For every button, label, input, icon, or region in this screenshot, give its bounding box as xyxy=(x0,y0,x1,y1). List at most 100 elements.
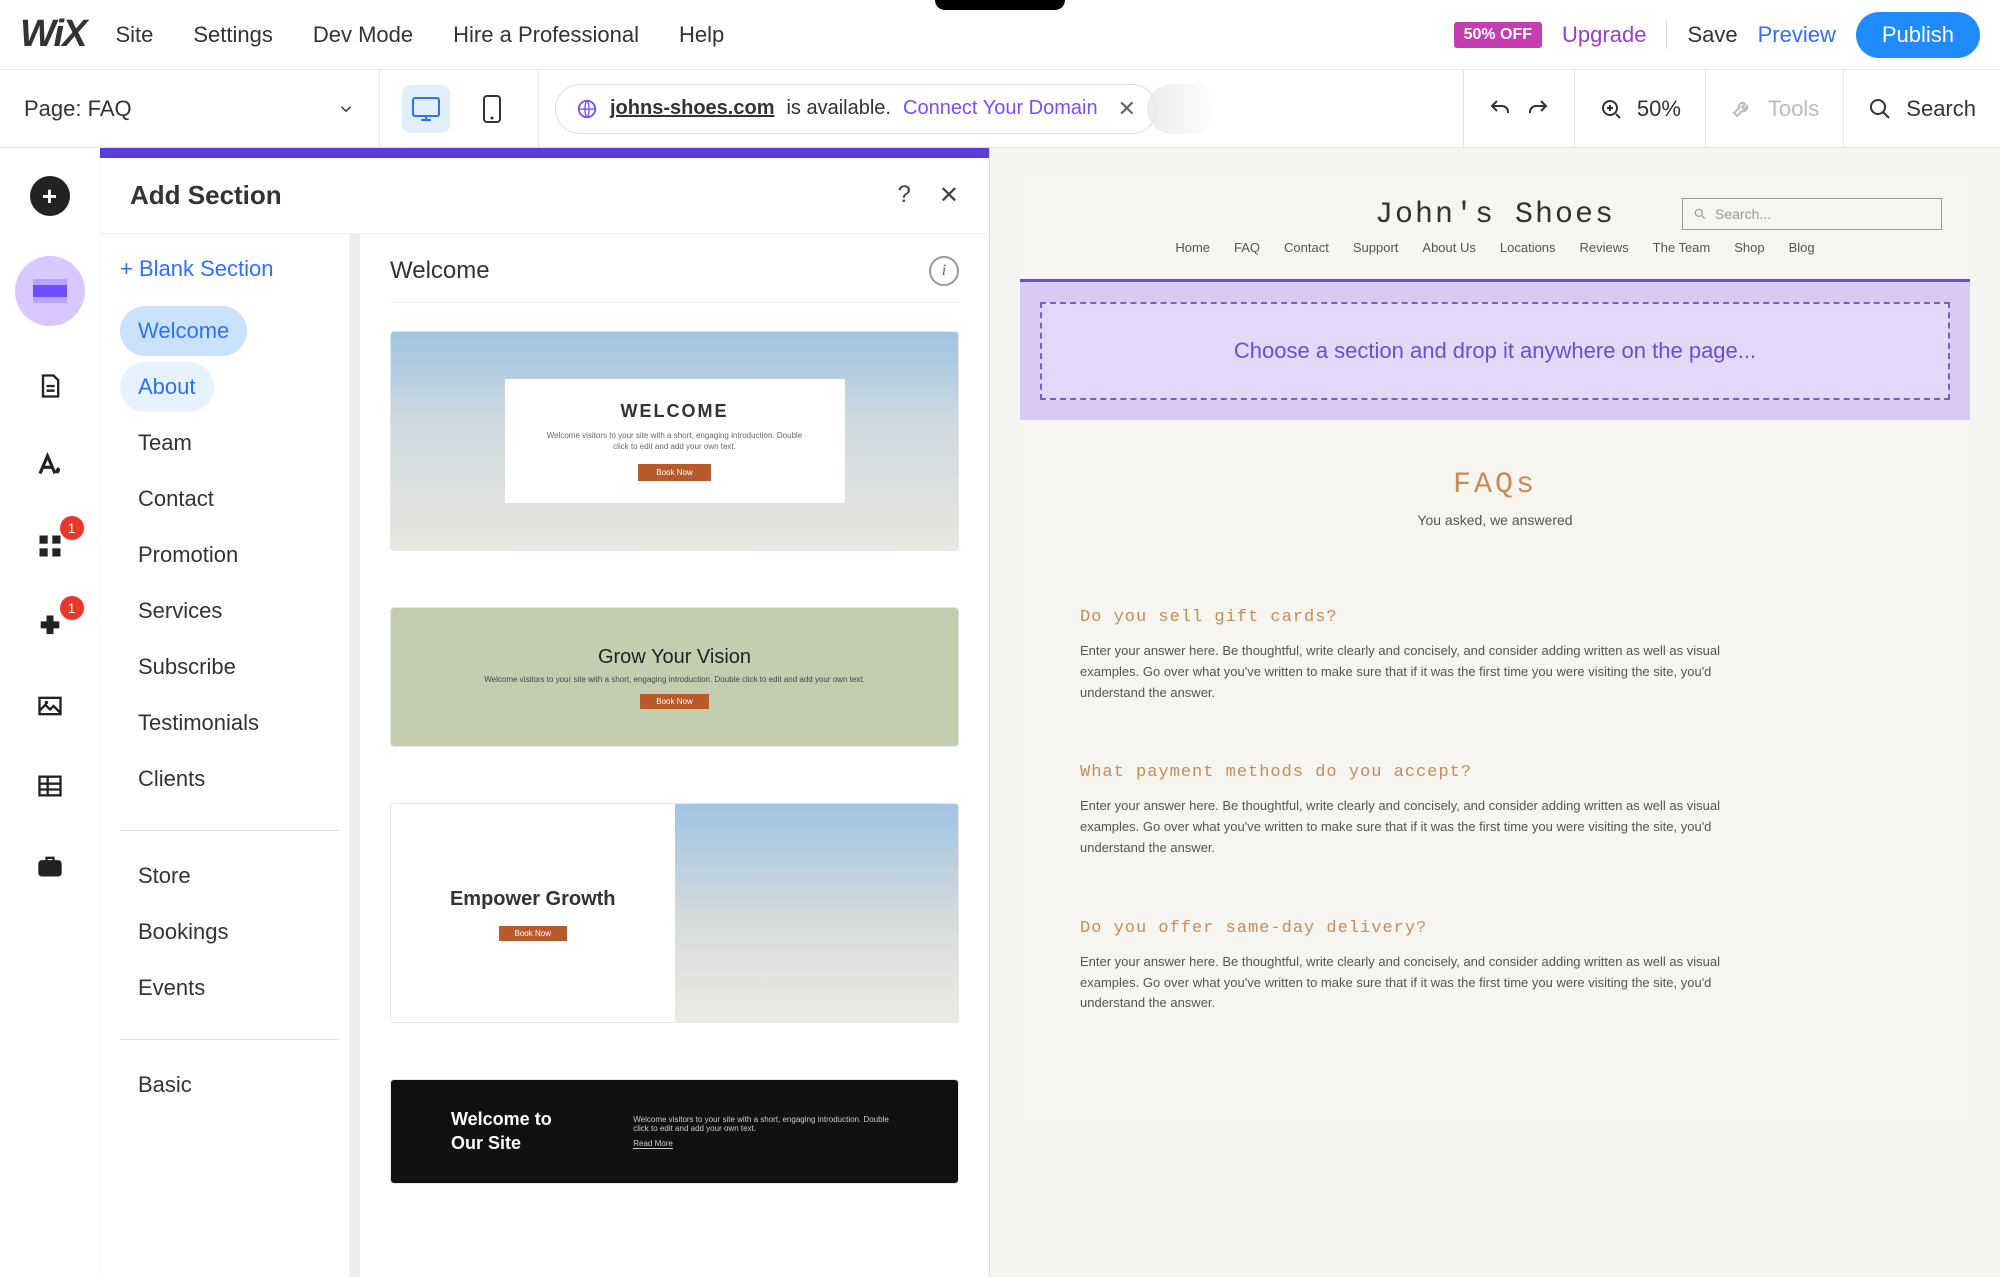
addons-button[interactable]: 1 xyxy=(30,606,70,646)
upgrade-link[interactable]: Upgrade xyxy=(1562,22,1646,48)
search-button[interactable]: Search xyxy=(1843,70,2000,147)
add-button[interactable]: + xyxy=(30,176,70,216)
nav-about[interactable]: About Us xyxy=(1422,240,1475,255)
app-market-button[interactable]: 1 xyxy=(30,526,70,566)
category-contact[interactable]: Contact xyxy=(120,474,232,524)
pages-button[interactable] xyxy=(30,366,70,406)
nav-shop[interactable]: Shop xyxy=(1734,240,1764,255)
chevron-down-icon xyxy=(337,100,355,118)
template-card-2[interactable]: Grow Your Vision Welcome visitors to you… xyxy=(390,607,959,747)
faq-answer-2[interactable]: Enter your answer here. Be thoughtful, w… xyxy=(1080,796,1740,858)
addons-icon xyxy=(36,612,64,640)
category-testimonials[interactable]: Testimonials xyxy=(120,698,277,748)
category-list: + Blank Section Welcome About Team Conta… xyxy=(100,234,360,1277)
faq-question-1[interactable]: Do you sell gift cards? xyxy=(1080,608,1910,627)
briefcase-icon xyxy=(36,852,64,880)
page-selector[interactable]: Page: FAQ xyxy=(0,70,380,147)
template-4-title: Welcome to Our Site xyxy=(451,1108,573,1155)
category-promotion[interactable]: Promotion xyxy=(120,530,256,580)
nav-support[interactable]: Support xyxy=(1353,240,1399,255)
category-team[interactable]: Team xyxy=(120,418,210,468)
faq-title: FAQs xyxy=(1080,468,1910,502)
redo-button[interactable] xyxy=(1526,97,1550,121)
category-events[interactable]: Events xyxy=(120,963,223,1013)
domain-name[interactable]: johns-shoes.com xyxy=(610,97,774,120)
faq-answer-3[interactable]: Enter your answer here. Be thoughtful, w… xyxy=(1080,952,1740,1014)
design-button[interactable] xyxy=(30,446,70,486)
blank-section-button[interactable]: + Blank Section xyxy=(120,256,339,282)
template-card-1[interactable]: WELCOME Welcome visitors to your site wi… xyxy=(390,331,959,551)
mobile-icon xyxy=(482,94,502,124)
divider xyxy=(1666,21,1667,49)
page-label: Page: FAQ xyxy=(24,96,132,122)
sub-bar-right: 50% Tools Search xyxy=(1463,70,2000,147)
category-subscribe[interactable]: Subscribe xyxy=(120,642,254,692)
template-2-btn: Book Now xyxy=(640,694,708,709)
site-preview[interactable]: John's Shoes Search... Home FAQ Contact … xyxy=(1020,174,1970,1122)
help-icon[interactable]: ? xyxy=(898,181,911,210)
category-bookings[interactable]: Bookings xyxy=(120,907,247,957)
panel-body: + Blank Section Welcome About Team Conta… xyxy=(100,234,989,1277)
undo-button[interactable] xyxy=(1488,97,1512,121)
domain-banner: johns-shoes.com is available. Connect Yo… xyxy=(555,84,1157,134)
undo-redo-group xyxy=(1463,70,1574,147)
content-manager-button[interactable] xyxy=(30,766,70,806)
close-icon[interactable]: ✕ xyxy=(1118,96,1136,122)
template-4-sub: Welcome visitors to your site with a sho… xyxy=(633,1115,898,1133)
business-button[interactable] xyxy=(30,846,70,886)
info-icon[interactable]: i xyxy=(929,256,959,286)
menu-dev-mode[interactable]: Dev Mode xyxy=(313,22,413,48)
template-card-4[interactable]: Welcome to Our Site Welcome visitors to … xyxy=(390,1079,959,1184)
menu-site[interactable]: Site xyxy=(115,22,153,48)
menu-settings[interactable]: Settings xyxy=(193,22,273,48)
category-about[interactable]: About xyxy=(120,362,214,412)
nav-team[interactable]: The Team xyxy=(1653,240,1711,255)
category-services[interactable]: Services xyxy=(120,586,240,636)
category-store[interactable]: Store xyxy=(120,851,209,901)
zoom-control[interactable]: 50% xyxy=(1574,70,1705,147)
template-4-btn: Read More xyxy=(633,1139,673,1149)
template-heading: Welcome xyxy=(390,257,490,285)
nav-blog[interactable]: Blog xyxy=(1789,240,1815,255)
panel-title: Add Section xyxy=(130,180,282,211)
nav-home[interactable]: Home xyxy=(1175,240,1210,255)
menu-help[interactable]: Help xyxy=(679,22,724,48)
mobile-view-button[interactable] xyxy=(468,85,516,133)
table-icon xyxy=(36,772,64,800)
search-icon xyxy=(1693,207,1707,221)
sub-bar: Page: FAQ johns-shoes.com is available. … xyxy=(0,70,2000,148)
faq-question-3[interactable]: Do you offer same-day delivery? xyxy=(1080,919,1910,938)
menu-hire[interactable]: Hire a Professional xyxy=(453,22,639,48)
tools-button[interactable]: Tools xyxy=(1705,70,1843,147)
main-area: + 1 1 Add Section xyxy=(0,148,2000,1277)
category-basic[interactable]: Basic xyxy=(120,1060,210,1110)
media-button[interactable] xyxy=(30,686,70,726)
category-welcome[interactable]: Welcome xyxy=(120,306,247,356)
nav-contact[interactable]: Contact xyxy=(1284,240,1329,255)
preview-button[interactable]: Preview xyxy=(1758,22,1836,48)
faq-section: FAQs You asked, we answered Do you sell … xyxy=(1020,420,1970,1122)
top-bar-right: 50% OFF Upgrade Save Preview Publish xyxy=(1454,12,1980,58)
template-1-btn: Book Now xyxy=(638,464,710,481)
desktop-view-button[interactable] xyxy=(402,85,450,133)
nav-faq[interactable]: FAQ xyxy=(1234,240,1260,255)
drop-zone[interactable]: Choose a section and drop it anywhere on… xyxy=(1040,302,1950,400)
wix-logo[interactable]: WiX xyxy=(20,13,85,56)
template-card-3[interactable]: Empower Growth Book Now xyxy=(390,803,959,1023)
nav-reviews[interactable]: Reviews xyxy=(1580,240,1629,255)
sections-button[interactable] xyxy=(15,256,85,326)
publish-button[interactable]: Publish xyxy=(1856,12,1980,58)
faq-question-2[interactable]: What payment methods do you accept? xyxy=(1080,763,1910,782)
save-button[interactable]: Save xyxy=(1687,22,1737,48)
device-switcher xyxy=(380,70,539,147)
category-divider xyxy=(120,830,339,831)
site-header: John's Shoes Search... Home FAQ Contact … xyxy=(1020,174,1970,279)
nav-locations[interactable]: Locations xyxy=(1500,240,1556,255)
category-clients[interactable]: Clients xyxy=(120,754,223,804)
top-bar: WiX Site Settings Dev Mode Hire a Profes… xyxy=(0,0,2000,70)
connect-domain-link[interactable]: Connect Your Domain xyxy=(903,97,1098,120)
faq-answer-1[interactable]: Enter your answer here. Be thoughtful, w… xyxy=(1080,641,1740,703)
template-3-btn: Book Now xyxy=(499,926,567,941)
close-panel-icon[interactable]: ✕ xyxy=(939,181,959,210)
site-search-input[interactable]: Search... xyxy=(1682,198,1942,230)
